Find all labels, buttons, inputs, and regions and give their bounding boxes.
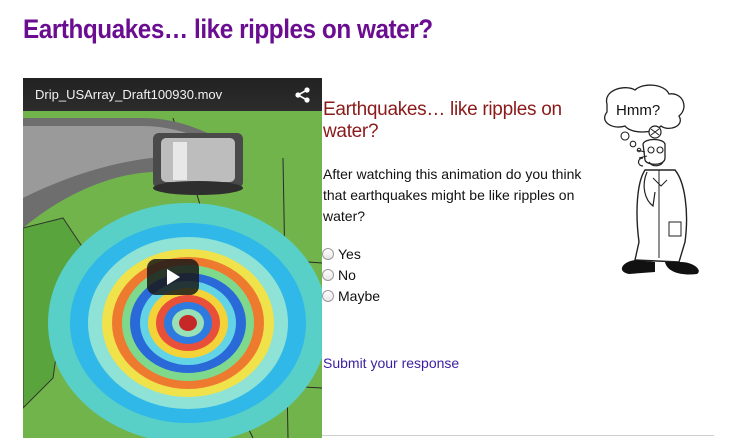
play-icon — [167, 269, 180, 285]
radio-button[interactable] — [322, 289, 334, 302]
share-icon[interactable] — [294, 86, 312, 104]
option-label: Yes — [338, 245, 361, 262]
thought-bubble-text: Hmm? — [616, 102, 660, 119]
video-player[interactable]: Drip_USArray_Draft100930.mov — [23, 78, 322, 438]
radio-button[interactable] — [322, 268, 334, 281]
divider — [322, 435, 714, 436]
video-title[interactable]: Drip_USArray_Draft100930.mov — [35, 87, 222, 102]
thinking-scientist-cartoon: Hmm? — [585, 82, 725, 282]
radio-button[interactable] — [322, 247, 334, 260]
question-text: After watching this animation do you thi… — [323, 166, 582, 224]
option-label: Maybe — [338, 287, 381, 304]
option-yes[interactable]: Yes — [322, 243, 380, 264]
answer-options: Yes No Maybe — [322, 243, 380, 306]
play-button[interactable] — [147, 259, 199, 295]
page-title: Earthquakes… like ripples on water? — [23, 14, 433, 44]
question-title: Earthquakes… like ripples on water? — [323, 99, 562, 142]
option-label: No — [338, 266, 356, 283]
video-frame-image — [23, 78, 322, 438]
option-maybe[interactable]: Maybe — [322, 285, 380, 306]
option-no[interactable]: No — [322, 264, 380, 285]
submit-response-link[interactable]: Submit your response — [323, 355, 459, 371]
